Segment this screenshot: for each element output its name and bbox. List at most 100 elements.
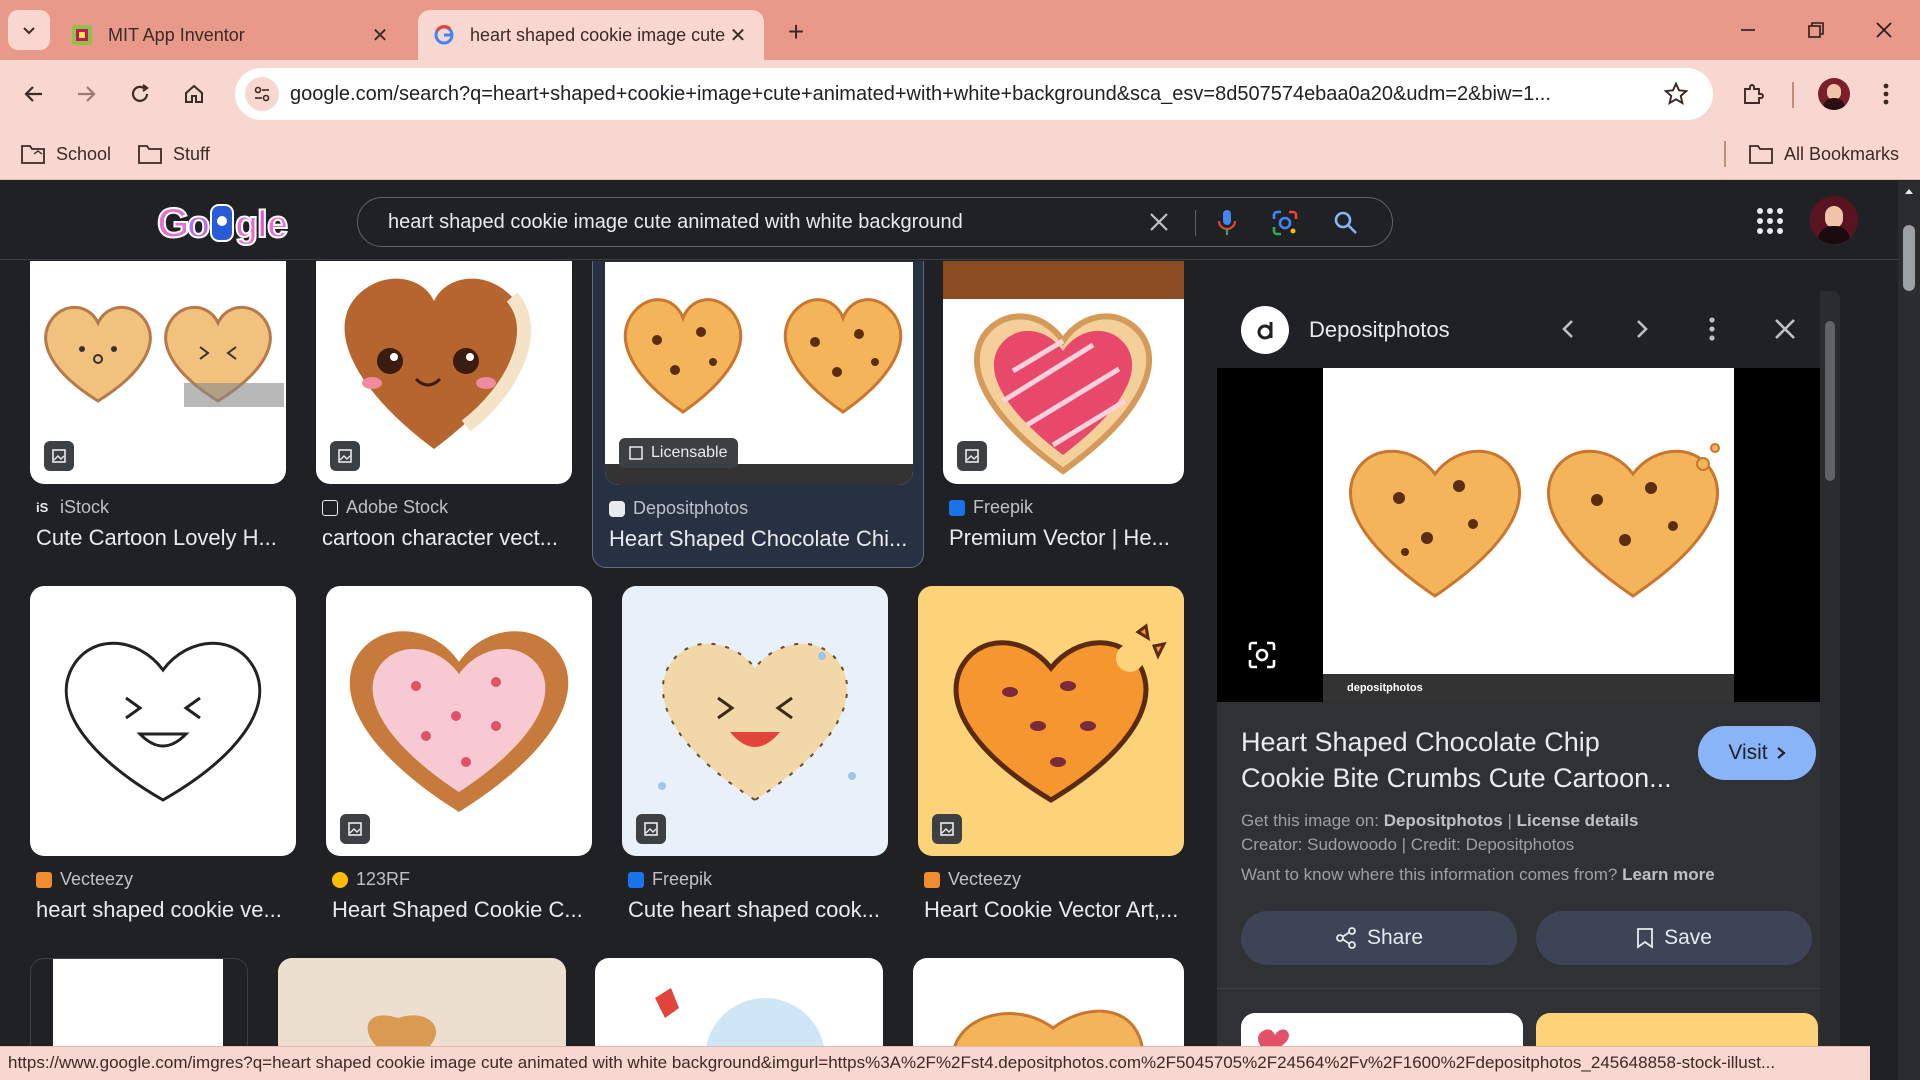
- browser-toolbar: google.com/search?q=heart+shaped+cookie+…: [0, 60, 1920, 129]
- result-title[interactable]: heart shaped cookie ve...: [36, 897, 296, 923]
- result-thumbnail[interactable]: [30, 958, 248, 1046]
- folder-icon: [1749, 145, 1773, 164]
- result-thumbnail[interactable]: [278, 958, 566, 1046]
- result-source: Vecteezy: [36, 869, 133, 890]
- result-thumbnail[interactable]: [595, 958, 883, 1046]
- result-thumbnail[interactable]: [918, 586, 1184, 856]
- result-title[interactable]: cartoon character vect...: [322, 525, 572, 551]
- share-label: Share: [1366, 926, 1424, 949]
- tab-title: MIT App Inventor: [108, 24, 245, 45]
- result-card[interactable]: Vecteezy Heart Cookie Vector Art,...: [918, 586, 1184, 922]
- result-card-selected[interactable]: Licensable Depositphotos Heart Shaped Ch…: [592, 261, 924, 568]
- depositphotos-icon: [609, 500, 625, 517]
- close-tab-icon[interactable]: ✕: [368, 23, 392, 48]
- result-card[interactable]: Vecteezy heart shaped cookie ve...: [30, 586, 296, 922]
- save-button[interactable]: Save: [1536, 911, 1812, 965]
- search-input[interactable]: heart shaped cookie image cute animated …: [388, 198, 963, 246]
- microphone-icon[interactable]: [1216, 208, 1238, 243]
- site-info-icon[interactable]: [245, 77, 279, 111]
- lens-search-icon[interactable]: [1247, 640, 1277, 675]
- url-text[interactable]: google.com/search?q=heart+shaped+cookie+…: [290, 68, 1630, 120]
- home-icon: [185, 84, 203, 103]
- learn-more-link[interactable]: Learn more: [1622, 865, 1715, 884]
- bookmark-folder-school[interactable]: School: [20, 139, 111, 169]
- next-image-icon[interactable]: [1629, 317, 1653, 346]
- close-window-button[interactable]: [1856, 10, 1912, 50]
- bookmark-folder-stuff[interactable]: Stuff: [137, 139, 210, 169]
- source-link[interactable]: Depositphotos: [1384, 811, 1503, 830]
- preview-image[interactable]: depositphotos: [1323, 368, 1734, 702]
- result-source: iS iStock: [36, 497, 110, 517]
- result-title[interactable]: Heart Shaped Cookie C...: [332, 897, 592, 923]
- arrow-left-icon: [24, 86, 42, 102]
- restore-button[interactable]: [1788, 10, 1844, 50]
- scrollbar-thumb[interactable]: [1903, 225, 1915, 291]
- close-tab-icon[interactable]: ✕: [726, 23, 750, 48]
- result-thumbnail[interactable]: Licensable: [605, 262, 913, 485]
- result-thumbnail[interactable]: [30, 261, 286, 484]
- toolbar-divider: [1792, 82, 1794, 108]
- google-apps-button[interactable]: [1755, 206, 1785, 236]
- back-button[interactable]: [12, 72, 56, 116]
- close-panel-icon[interactable]: [1774, 318, 1796, 345]
- google-lens-icon[interactable]: [1271, 209, 1299, 242]
- tab-mit-app-inventor[interactable]: MIT App Inventor ✕: [56, 10, 406, 60]
- arrow-right-icon: [78, 86, 96, 102]
- minimize-button[interactable]: [1720, 10, 1776, 50]
- license-details-link[interactable]: License details: [1517, 811, 1639, 830]
- bookmark-star-icon[interactable]: [1663, 81, 1689, 112]
- depositphotos-logo-icon: [1241, 306, 1289, 354]
- all-bookmarks-button[interactable]: All Bookmarks: [1748, 139, 1899, 169]
- new-tab-button[interactable]: +: [776, 14, 816, 50]
- more-vert-icon: [1883, 83, 1889, 105]
- profile-avatar[interactable]: [1818, 78, 1850, 110]
- panel-source-name[interactable]: Depositphotos: [1309, 317, 1450, 343]
- result-title[interactable]: Cute heart shaped cook...: [628, 897, 888, 923]
- search-box[interactable]: heart shaped cookie image cute animated …: [357, 197, 1393, 247]
- result-title[interactable]: Premium Vector | He...: [949, 525, 1184, 551]
- result-card[interactable]: 123RF Heart Shaped Cookie C...: [326, 586, 592, 922]
- related-thumbnail[interactable]: [1536, 1013, 1818, 1046]
- more-options-icon[interactable]: [1709, 317, 1715, 346]
- image-icon: [44, 441, 74, 471]
- image-icon: [340, 814, 370, 844]
- clear-search-icon[interactable]: [1148, 211, 1170, 238]
- page-scrollbar[interactable]: [1898, 181, 1920, 1080]
- share-button[interactable]: Share: [1241, 911, 1517, 965]
- result-thumbnail[interactable]: [30, 586, 296, 856]
- panel-scrollbar[interactable]: [1820, 291, 1840, 1046]
- visit-button[interactable]: Visit: [1698, 726, 1816, 780]
- browser-menu-button[interactable]: [1864, 72, 1908, 116]
- result-card[interactable]: Adobe Stock cartoon character vect...: [316, 261, 572, 561]
- google-doodle-logo[interactable]: G o g l e: [155, 195, 295, 251]
- result-card[interactable]: iS iStock Cute Cartoon Lovely H...: [30, 261, 286, 561]
- home-button[interactable]: [172, 72, 216, 116]
- tab-search-button[interactable]: [8, 10, 50, 50]
- extensions-button[interactable]: [1731, 72, 1775, 116]
- account-avatar[interactable]: [1810, 196, 1858, 244]
- search-icon[interactable]: [1333, 210, 1359, 241]
- result-card[interactable]: Freepik Cute heart shaped cook...: [622, 586, 888, 922]
- result-thumbnail[interactable]: [316, 261, 572, 484]
- share-icon: [1336, 927, 1356, 949]
- related-thumbnail[interactable]: [1241, 1013, 1523, 1046]
- result-thumbnail[interactable]: [943, 261, 1184, 484]
- watermark-text: depositphotos: [1347, 682, 1423, 694]
- panel-title[interactable]: Heart Shaped Chocolate Chip Cookie Bite …: [1241, 724, 1686, 796]
- result-title[interactable]: Heart Cookie Vector Art,...: [924, 897, 1184, 923]
- google-header: G o g l e heart shaped cookie image cute…: [0, 181, 1898, 260]
- result-card[interactable]: Freepik Premium Vector | He...: [943, 261, 1184, 561]
- preview-image-area[interactable]: depositphotos: [1217, 368, 1840, 702]
- reload-button[interactable]: [118, 72, 162, 116]
- minimize-icon: [1741, 29, 1755, 31]
- result-thumbnail[interactable]: [622, 586, 888, 856]
- result-thumbnail[interactable]: [913, 958, 1184, 1046]
- result-thumbnail[interactable]: [326, 586, 592, 856]
- address-bar[interactable]: google.com/search?q=heart+shaped+cookie+…: [235, 68, 1713, 120]
- tab-google-search[interactable]: heart shaped cookie image cute ✕: [418, 10, 764, 60]
- forward-button[interactable]: [64, 72, 108, 116]
- result-title[interactable]: Cute Cartoon Lovely H...: [36, 525, 286, 551]
- istock-icon: iS: [36, 499, 52, 516]
- result-title[interactable]: Heart Shaped Chocolate Chi...: [609, 526, 915, 552]
- previous-image-icon[interactable]: [1557, 317, 1581, 346]
